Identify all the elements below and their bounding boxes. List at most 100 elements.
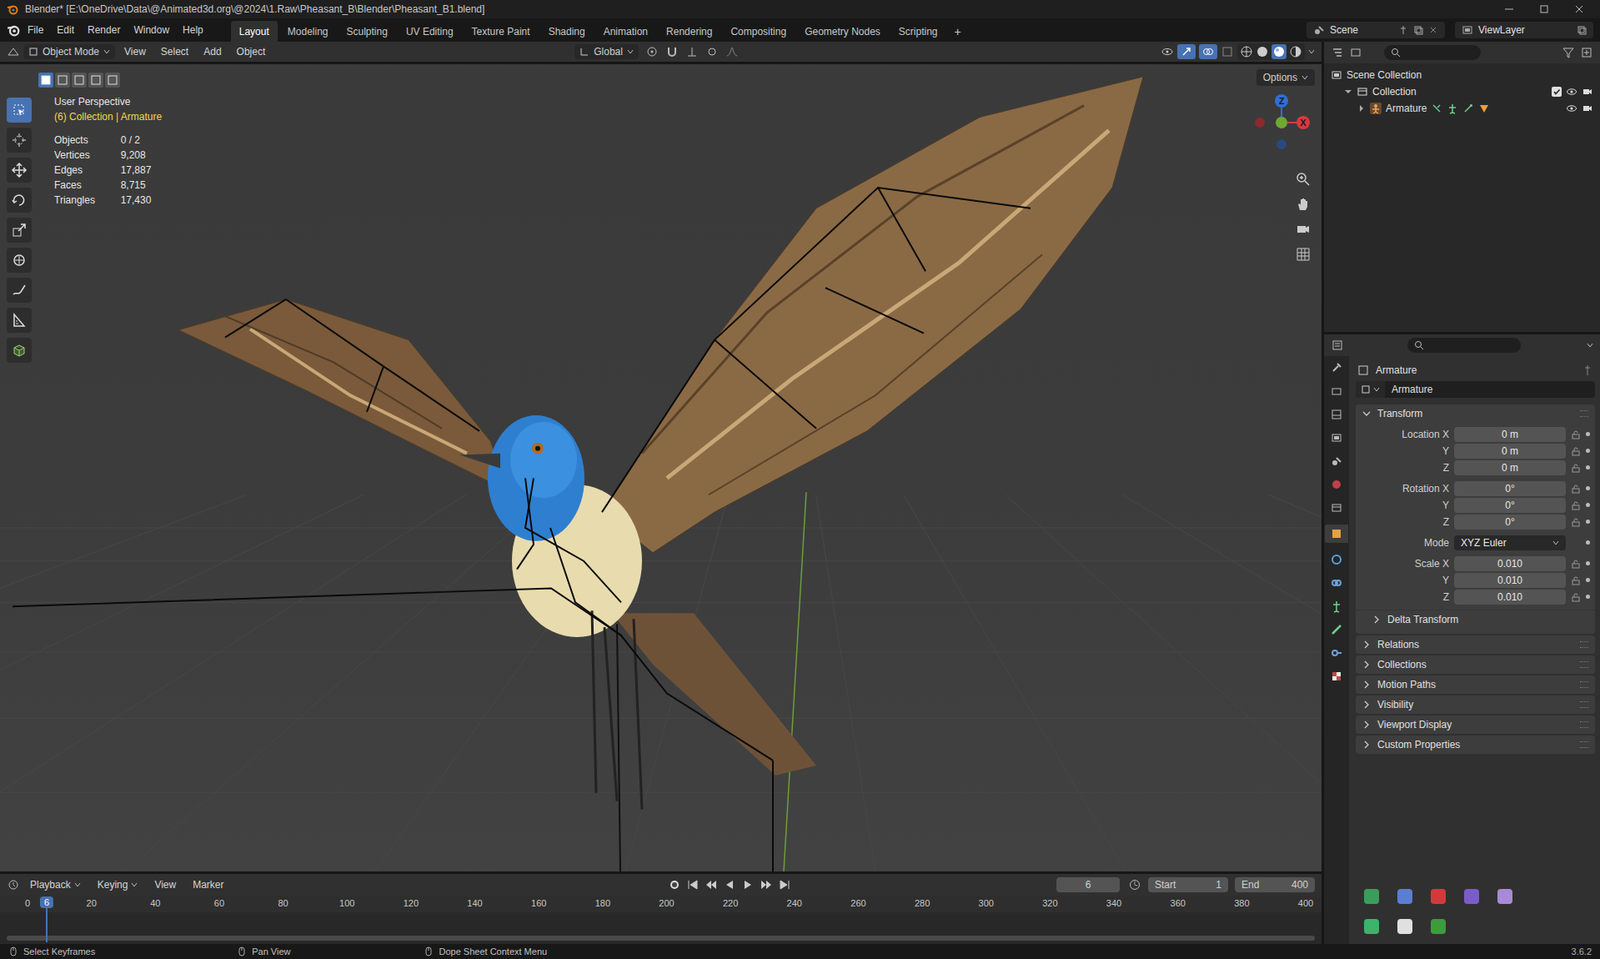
- exclude-checkbox[interactable]: [1551, 86, 1562, 97]
- view-layer-tab-icon[interactable]: [1329, 431, 1344, 445]
- viewport-menu-item[interactable]: Select: [155, 43, 195, 61]
- pivot-icon[interactable]: [645, 45, 659, 59]
- gizmo-axis[interactable]: X: [1296, 115, 1310, 130]
- menu-item[interactable]: Window: [127, 21, 176, 39]
- workspace-tab[interactable]: Modeling: [279, 20, 337, 42]
- number-field[interactable]: 0.010: [1454, 589, 1566, 605]
- datablock-browse[interactable]: [1355, 381, 1385, 398]
- keyframe-dot[interactable]: [1585, 502, 1590, 507]
- orthographic-grid-icon[interactable]: [1294, 245, 1312, 263]
- panel-header[interactable]: Motion Paths: [1355, 675, 1595, 694]
- render-tab-icon[interactable]: [1329, 384, 1344, 398]
- panel-header[interactable]: Viewport Display: [1355, 715, 1595, 734]
- outliner-search[interactable]: [1384, 45, 1481, 61]
- visibility-icon[interactable]: [1160, 45, 1174, 59]
- object-datablock-field[interactable]: Armature: [1355, 381, 1595, 398]
- pin-icon[interactable]: [1581, 364, 1594, 377]
- tool-button[interactable]: [6, 127, 32, 153]
- output-tab-icon[interactable]: [1329, 407, 1344, 422]
- blender-menu-icon[interactable]: [6, 23, 21, 37]
- world-tab-icon[interactable]: [1329, 477, 1344, 492]
- constraint-tab-icon[interactable]: [1329, 576, 1344, 590]
- pin-icon[interactable]: [1398, 25, 1409, 36]
- scene-selector[interactable]: Scene: [1306, 21, 1445, 39]
- outliner-row[interactable]: Scene Collection: [1324, 66, 1600, 84]
- outliner-editor-icon[interactable]: [1330, 45, 1345, 60]
- object-tab-icon[interactable]: [1329, 526, 1344, 541]
- drag-grip-icon[interactable]: [1579, 701, 1589, 708]
- bone-constraint-tab-icon[interactable]: [1329, 646, 1344, 660]
- zoom-icon[interactable]: [1294, 170, 1312, 188]
- filter-icon[interactable]: [1561, 45, 1575, 60]
- eye-icon[interactable]: [1565, 102, 1578, 115]
- expanded-arrow-icon[interactable]: [1344, 87, 1353, 96]
- menu-item[interactable]: Render: [81, 21, 126, 39]
- copy-icon[interactable]: [1576, 25, 1587, 36]
- play-reverse-icon[interactable]: [722, 877, 737, 892]
- drag-grip-icon[interactable]: [1579, 681, 1589, 688]
- number-field[interactable]: 0.010: [1454, 572, 1566, 588]
- render-camera-icon[interactable]: [1581, 85, 1594, 98]
- close-icon[interactable]: [1573, 3, 1585, 16]
- texture-tab-icon[interactable]: [1329, 669, 1344, 683]
- drag-grip-icon[interactable]: [1579, 741, 1589, 748]
- lock-icon[interactable]: [1570, 591, 1581, 602]
- pan-hand-icon[interactable]: [1294, 195, 1312, 213]
- lock-icon[interactable]: [1570, 446, 1581, 457]
- properties-editor-icon[interactable]: [1330, 338, 1345, 352]
- panel-header[interactable]: Relations: [1355, 635, 1595, 654]
- snap-icon[interactable]: [665, 45, 679, 59]
- overlay-toggle[interactable]: [1198, 44, 1218, 60]
- viewport-menu-item[interactable]: Object: [230, 43, 272, 61]
- drag-grip-icon[interactable]: [1579, 721, 1589, 728]
- app-shortcut-icon[interactable]: [1397, 888, 1413, 904]
- tool-button[interactable]: [6, 97, 32, 123]
- camera-view-icon[interactable]: [1294, 220, 1312, 238]
- outliner-row[interactable]: Armature: [1324, 100, 1600, 117]
- eye-icon[interactable]: [1565, 85, 1578, 98]
- rendered-shading-icon[interactable]: [1289, 45, 1303, 59]
- view-layer-selector[interactable]: ViewLayer: [1454, 21, 1594, 39]
- keyframe-dot[interactable]: [1585, 594, 1590, 599]
- tool-button[interactable]: [6, 277, 32, 303]
- prev-keyframe-icon[interactable]: [704, 877, 718, 892]
- clock-icon[interactable]: [1128, 877, 1142, 892]
- gizmo-toggle[interactable]: [1177, 44, 1196, 60]
- app-shortcut-icon[interactable]: [1430, 918, 1446, 934]
- collapsed-arrow-icon[interactable]: [1357, 104, 1366, 113]
- wireframe-shading-icon[interactable]: [1239, 45, 1254, 59]
- scene-canvas[interactable]: [0, 64, 1322, 872]
- number-field[interactable]: 0°: [1454, 481, 1566, 497]
- keyframe-dot[interactable]: [1585, 486, 1590, 491]
- modifier-icon[interactable]: [1478, 102, 1490, 115]
- workspace-tab[interactable]: Scripting: [890, 20, 947, 42]
- physics-tab-icon[interactable]: [1329, 552, 1344, 567]
- lock-icon[interactable]: [1570, 462, 1581, 473]
- menu-item[interactable]: File: [21, 21, 50, 39]
- keyframe-dot[interactable]: [1585, 465, 1590, 470]
- workspace-tab[interactable]: Rendering: [657, 20, 721, 42]
- jump-end-icon[interactable]: [777, 877, 792, 892]
- tool-tab-icon[interactable]: [1329, 361, 1344, 375]
- pose-icon[interactable]: [1430, 102, 1443, 115]
- solid-shading-icon[interactable]: [1255, 45, 1269, 59]
- scene-tab-icon[interactable]: [1329, 454, 1344, 468]
- add-workspace-button[interactable]: +: [947, 21, 969, 42]
- app-shortcut-icon[interactable]: [1364, 918, 1380, 934]
- menu-item[interactable]: Edit: [50, 21, 81, 39]
- workspace-tab[interactable]: Layout: [230, 20, 278, 42]
- timeline-editor-icon[interactable]: [6, 877, 21, 892]
- next-keyframe-icon[interactable]: [759, 877, 773, 892]
- lock-icon[interactable]: [1570, 483, 1581, 494]
- viewport-menu-item[interactable]: View: [118, 43, 152, 61]
- playhead[interactable]: 6: [40, 896, 54, 908]
- workspace-tab[interactable]: UV Editing: [397, 20, 462, 42]
- armature-data-icon[interactable]: [1446, 102, 1459, 115]
- mode-dropdown[interactable]: XYZ Euler: [1454, 535, 1566, 551]
- options-dropdown[interactable]: Options: [1256, 69, 1315, 86]
- keyframe-dot[interactable]: [1585, 431, 1590, 437]
- chevron-down-icon[interactable]: [1586, 341, 1594, 349]
- tool-button[interactable]: [6, 337, 32, 363]
- outliner-row[interactable]: Collection: [1324, 83, 1600, 101]
- app-shortcut-icon[interactable]: [1464, 888, 1480, 904]
